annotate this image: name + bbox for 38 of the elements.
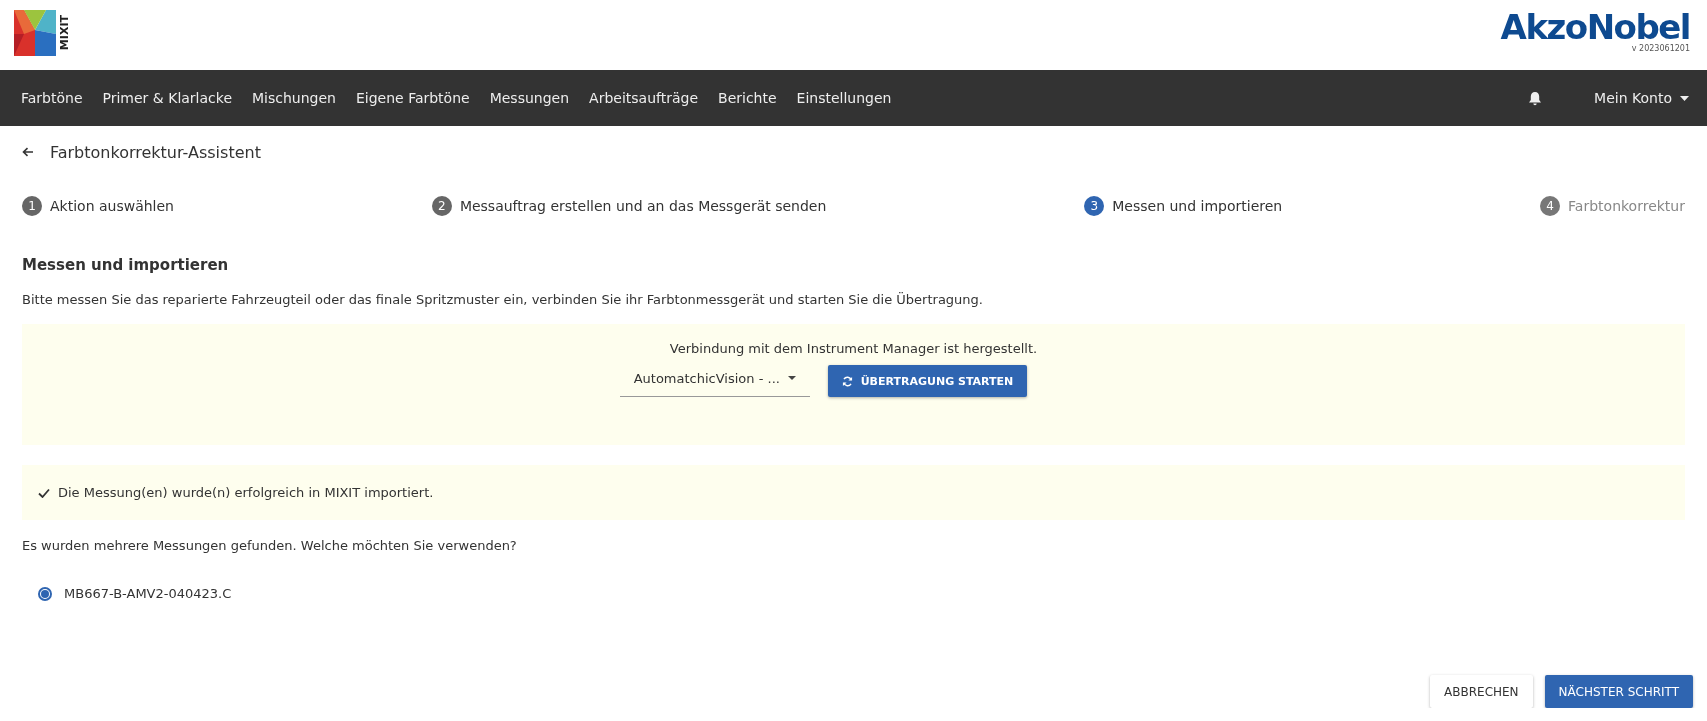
step-label: Aktion auswählen: [50, 198, 174, 214]
page-title: Farbtonkorrektur-Assistent: [50, 142, 261, 162]
refresh-icon: [841, 375, 853, 387]
step-number: 3: [1084, 196, 1105, 216]
nav-link[interactable]: Einstellungen: [786, 90, 902, 106]
step-number: 2: [431, 196, 452, 216]
connection-status: Verbindung mit dem Instrument Manager ist hergestellt.: [669, 341, 1038, 356]
version-text: v 2023061201: [1631, 44, 1690, 53]
caret-icon: [1680, 95, 1689, 101]
bell-icon[interactable]: [1528, 90, 1543, 106]
radio-button[interactable]: [38, 586, 52, 601]
step-label: Messen und importieren: [1112, 198, 1283, 214]
instruction-text: Bitte messen Sie das reparierte Fahrzeugteil oder das finale Spritzmuster ein, verbinden Sie ihr Farbtonmessgerät und starten Sie die Übertragung.: [22, 292, 984, 309]
cancel-button[interactable]: ABBRECHEN: [1430, 675, 1533, 708]
step-number: 1: [22, 196, 42, 216]
nav-link[interactable]: Primer & Klarlacke: [92, 90, 242, 106]
nav-link[interactable]: Farbtöne: [11, 90, 93, 106]
device-select[interactable]: AutomatchicVision - ...: [619, 365, 810, 397]
account-menu[interactable]: Mein Konto: [1584, 90, 1707, 106]
success-text: Die Messung(en) wurde(n) erfolgreich in MIXIT importiert.: [58, 485, 434, 500]
measurement-label: MB667-B-AMV2-040423.C: [64, 586, 232, 601]
nav-link[interactable]: Arbeitsaufträge: [579, 90, 709, 106]
start-transfer-button[interactable]: ÜBERTRAGUNG STARTEN: [827, 365, 1028, 397]
nav-link[interactable]: Mischungen: [242, 90, 346, 106]
next-step-button[interactable]: NÄCHSTER SCHRITT: [1544, 675, 1693, 708]
section-heading: Messen und importieren: [22, 256, 230, 276]
question-text: Es wurden mehrere Messungen gefunden. Welche möchten Sie verwenden?: [22, 538, 518, 555]
nav-link[interactable]: Eigene Farbtöne: [345, 90, 480, 106]
step-label: Messauftrag erstellen und an das Messgerät senden: [459, 198, 827, 214]
logo-icon: [14, 10, 56, 56]
step-label: Farbtonkorrektur: [1568, 198, 1685, 214]
nav-link[interactable]: Messungen: [479, 90, 580, 106]
logo-text: MIXIT: [58, 15, 71, 51]
step-number: 4: [1540, 196, 1561, 216]
check-icon: [38, 487, 50, 498]
back-arrow-icon[interactable]: [22, 147, 34, 157]
nav-link[interactable]: Berichte: [708, 90, 787, 106]
caret-icon: [787, 376, 796, 380]
